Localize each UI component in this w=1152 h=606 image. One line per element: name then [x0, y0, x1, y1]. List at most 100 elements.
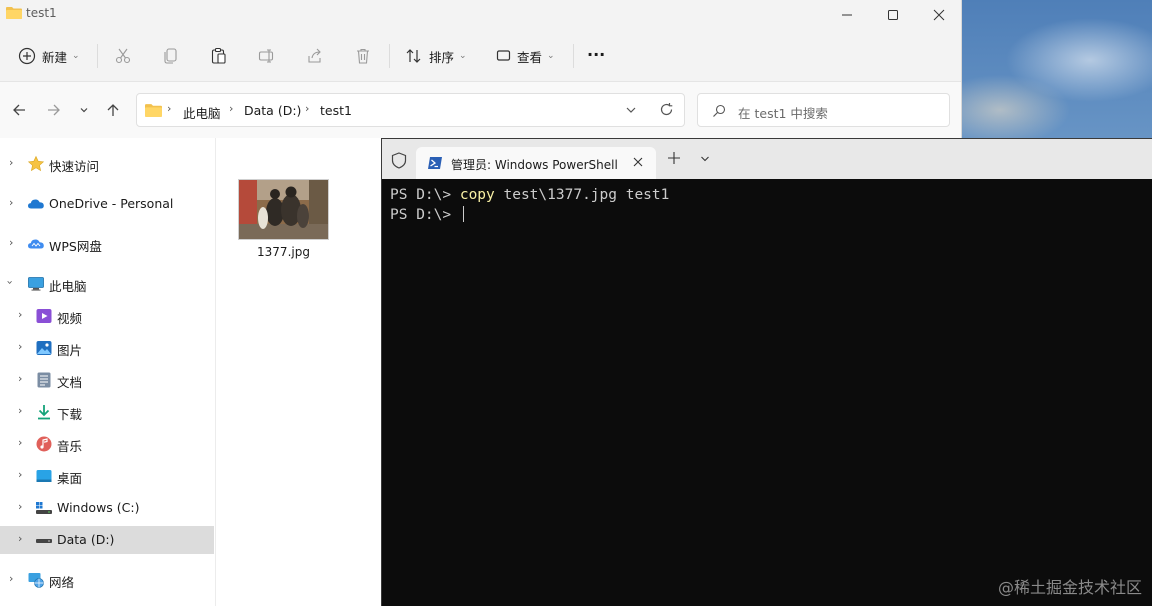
sidebar-item-quick-access[interactable]: › 快速访问	[0, 150, 214, 178]
close-icon	[633, 157, 643, 167]
maximize-icon	[888, 10, 898, 20]
sidebar-item-label: 下载	[57, 407, 83, 422]
sidebar-item-label: Data (D:)	[57, 532, 115, 547]
rename-icon	[258, 49, 274, 63]
cloud-icon	[28, 239, 44, 249]
chevron-right-icon: ›	[18, 500, 23, 513]
sidebar-item-downloads[interactable]: › 下载	[0, 398, 214, 426]
chevron-down-icon	[701, 156, 709, 162]
close-button[interactable]	[916, 0, 961, 30]
network-icon	[28, 573, 44, 588]
breadcrumb-this-pc[interactable]: 此电脑	[183, 103, 221, 122]
sidebar-item-label: 音乐	[57, 439, 83, 454]
chevron-down-icon: ⌄	[72, 51, 80, 61]
rename-button[interactable]	[258, 42, 276, 70]
copy-button[interactable]	[162, 42, 180, 70]
sidebar-item-music[interactable]: › 音乐	[0, 430, 214, 458]
new-button-label: 新建	[42, 49, 68, 65]
drive-icon	[36, 502, 52, 514]
command-keyword: copy	[459, 187, 495, 203]
chevron-right-icon: ›	[9, 572, 14, 585]
chevron-down-icon	[80, 108, 88, 113]
toolbar-divider	[389, 44, 390, 68]
terminal-tab-bar: 管理员: Windows PowerShell	[382, 139, 1152, 179]
command-args: test\1377.jpg test1	[494, 187, 670, 203]
tab-close-button[interactable]	[628, 152, 648, 172]
chevron-right-icon: ›	[9, 156, 14, 169]
sidebar-item-videos[interactable]: › 视频	[0, 302, 214, 330]
file-name: 1377.jpg	[257, 245, 310, 259]
shield-icon	[391, 152, 407, 169]
copy-icon	[164, 48, 177, 64]
sidebar-item-label: 网络	[49, 575, 75, 590]
forward-button[interactable]	[44, 100, 64, 120]
desktop-icon	[36, 470, 52, 482]
refresh-button[interactable]	[659, 102, 674, 120]
new-tab-button[interactable]	[668, 149, 680, 169]
chevron-right-icon: ›	[18, 468, 23, 481]
address-history-button[interactable]	[625, 104, 637, 119]
terminal-output[interactable]: PS D:\> copy test\1377.jpg test1 PS D:\>	[382, 179, 1152, 606]
sort-button-label: 排序	[429, 49, 455, 65]
back-button[interactable]	[9, 100, 29, 120]
more-options-button[interactable]: ···	[587, 40, 605, 68]
sidebar-item-network[interactable]: › 网络	[0, 566, 214, 594]
chevron-right-icon: ›	[9, 236, 14, 249]
prompt: PS D:\>	[390, 187, 460, 203]
watermark: @稀土掘金技术社区	[997, 578, 1142, 597]
sidebar-item-desktop[interactable]: › 桌面	[0, 462, 214, 490]
breadcrumb-data-d[interactable]: Data (D:)	[244, 103, 301, 118]
search-box[interactable]: 在 test1 中搜索	[697, 93, 950, 127]
sidebar-item-pictures[interactable]: › 图片	[0, 334, 214, 362]
minimize-button[interactable]	[824, 0, 870, 30]
tab-powershell[interactable]: 管理员: Windows PowerShell	[416, 147, 656, 179]
refresh-icon	[660, 103, 673, 116]
view-button-label: 查看	[517, 49, 543, 65]
folder-icon	[145, 104, 162, 117]
address-bar[interactable]: › 此电脑 › Data (D:) › test1	[136, 93, 685, 127]
tab-dropdown-button[interactable]	[700, 151, 710, 167]
chevron-right-icon: ›	[18, 404, 23, 417]
chevron-right-icon: ›	[18, 372, 23, 385]
chevron-right-icon: ›	[18, 340, 23, 353]
terminal-line: PS D:\> copy test\1377.jpg test1	[390, 187, 1152, 206]
chevron-right-icon: ›	[305, 102, 310, 115]
sidebar-item-label: Windows (C:)	[57, 500, 140, 515]
arrow-right-icon	[48, 104, 60, 116]
close-icon	[933, 9, 945, 21]
cut-button[interactable]	[114, 42, 132, 70]
sidebar-item-drive-d[interactable]: › Data (D:)	[0, 526, 214, 554]
new-button[interactable]: 新建 ⌄	[18, 42, 80, 70]
sidebar-item-documents[interactable]: › 文档	[0, 366, 214, 394]
arrow-left-icon	[13, 104, 25, 116]
view-button[interactable]: 查看 ⌄	[495, 42, 555, 70]
image-icon	[36, 341, 52, 355]
sort-button[interactable]: 排序 ⌄	[405, 42, 467, 70]
sidebar-item-wps-drive[interactable]: › WPS网盘	[0, 230, 214, 258]
chevron-right-icon: ›	[18, 436, 23, 449]
navigation-pane: › 快速访问 › OneDrive - Personal › WPS网盘 › 此…	[0, 138, 216, 606]
clipboard-icon	[211, 47, 226, 64]
sidebar-item-onedrive[interactable]: › OneDrive - Personal	[0, 190, 214, 218]
minimize-icon	[842, 14, 852, 16]
chevron-right-icon: ›	[9, 196, 14, 209]
sidebar-item-drive-c[interactable]: › Windows (C:)	[0, 494, 214, 522]
command-bar: 新建 ⌄ 排序 ⌄ 查看 ⌄ ···	[0, 30, 961, 82]
sidebar-item-this-pc[interactable]: › 此电脑	[0, 270, 214, 298]
text-cursor	[462, 206, 464, 222]
maximize-button[interactable]	[870, 0, 916, 30]
download-icon	[38, 405, 50, 420]
chevron-down-icon	[626, 107, 636, 113]
plus-circle-icon	[18, 47, 36, 65]
up-button[interactable]	[103, 100, 123, 120]
recent-locations-button[interactable]	[74, 100, 94, 120]
sidebar-item-label: WPS网盘	[49, 239, 102, 254]
breadcrumb-test1[interactable]: test1	[320, 103, 352, 118]
cloud-icon	[28, 199, 44, 209]
share-button[interactable]	[306, 42, 324, 70]
music-icon	[36, 436, 52, 452]
sidebar-item-label: 视频	[57, 311, 83, 326]
paste-button[interactable]	[210, 42, 228, 70]
delete-button[interactable]	[354, 42, 372, 70]
chevron-right-icon: ›	[167, 102, 172, 115]
